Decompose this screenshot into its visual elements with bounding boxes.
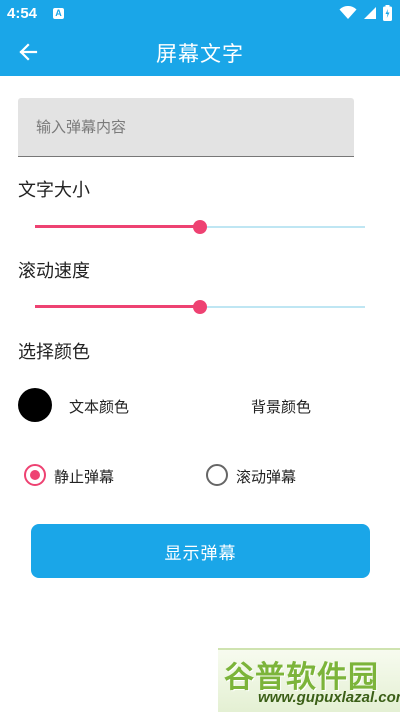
signal-icon xyxy=(364,7,376,19)
app-bar: 屏幕文字 xyxy=(0,27,400,76)
scroll-speed-label: 滚动速度 xyxy=(18,261,90,282)
status-time: 4:54 xyxy=(7,5,38,22)
watermark: 谷普软件园 www.gupuxlazal.com xyxy=(218,648,400,712)
battery-icon xyxy=(383,5,392,21)
slider-fill xyxy=(35,305,200,308)
color-swatch[interactable] xyxy=(18,388,52,422)
scrolling-danmaku-radio[interactable] xyxy=(206,464,228,486)
slider-fill xyxy=(35,225,200,228)
danmaku-input-container xyxy=(18,98,354,157)
slider-thumb[interactable] xyxy=(193,220,207,234)
status-icons xyxy=(339,4,392,22)
danmaku-input[interactable] xyxy=(18,98,354,156)
scroll-speed-slider[interactable] xyxy=(35,297,365,317)
font-size-label: 文字大小 xyxy=(18,180,90,201)
scrolling-danmaku-label[interactable]: 滚动弹幕 xyxy=(236,466,296,487)
background-color-option[interactable]: 背景颜色 xyxy=(251,396,311,417)
watermark-url: www.gupuxlazal.com xyxy=(258,689,400,706)
static-danmaku-radio[interactable] xyxy=(24,464,46,486)
page-title: 屏幕文字 xyxy=(156,42,244,66)
slider-thumb[interactable] xyxy=(193,300,207,314)
notification-icon: A xyxy=(53,8,64,19)
color-select-label: 选择颜色 xyxy=(18,342,90,363)
show-danmaku-button[interactable]: 显示弹幕 xyxy=(31,524,370,578)
status-bar: 4:54 A xyxy=(0,0,400,27)
wifi-icon xyxy=(339,6,357,19)
text-color-option[interactable]: 文本颜色 xyxy=(69,396,129,417)
static-danmaku-label[interactable]: 静止弹幕 xyxy=(54,466,114,487)
font-size-slider[interactable] xyxy=(35,217,365,237)
